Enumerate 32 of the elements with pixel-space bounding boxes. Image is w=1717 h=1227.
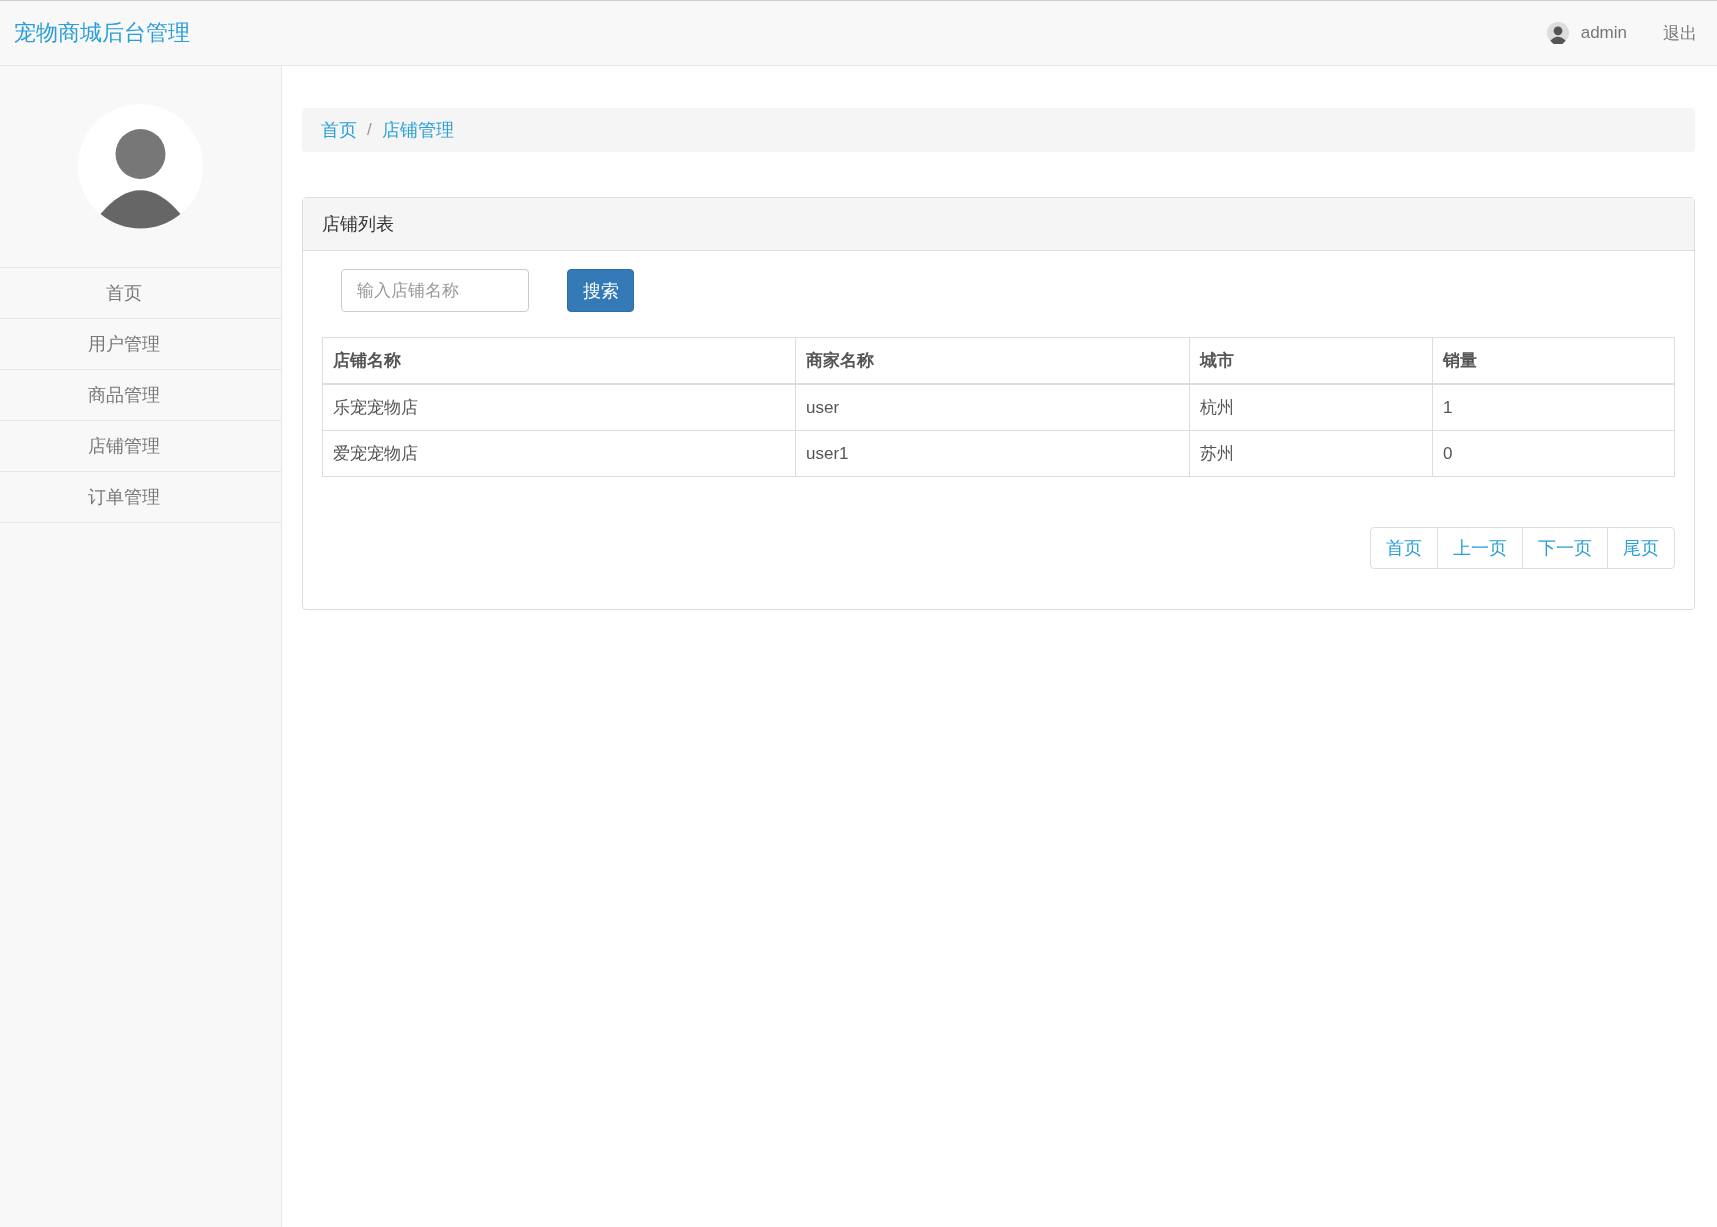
- username-link[interactable]: admin: [1580, 23, 1627, 43]
- avatar-silhouette-icon: [78, 104, 203, 229]
- breadcrumb-link[interactable]: 店铺管理: [381, 118, 454, 142]
- column-header: 商家名称: [795, 337, 1190, 384]
- sidebar-item[interactable]: 首页: [0, 268, 281, 319]
- column-header: 城市: [1189, 337, 1433, 384]
- sidebar-item[interactable]: 店铺管理: [0, 421, 281, 472]
- column-header: 店铺名称: [322, 337, 796, 384]
- search-field[interactable]: 输入店铺名称: [341, 269, 529, 312]
- table-cell: 爱宠宠物店: [322, 430, 796, 477]
- table-cell: 苏州: [1189, 430, 1433, 477]
- pagination-link[interactable]: 上一页: [1437, 527, 1523, 569]
- sidebar-item[interactable]: 商品管理: [0, 370, 281, 421]
- breadcrumb-link[interactable]: 首页: [321, 118, 357, 142]
- table-cell: 乐宠宠物店: [322, 384, 796, 431]
- user-avatar-icon: [1546, 22, 1569, 44]
- sidebar-item[interactable]: 订单管理: [0, 472, 281, 523]
- table-cell: user: [795, 384, 1190, 431]
- table-cell: 0: [1432, 430, 1675, 477]
- sidebar-item[interactable]: 用户管理: [0, 319, 281, 370]
- pagination-link[interactable]: 下一页: [1522, 527, 1608, 569]
- logout-link[interactable]: 退出: [1663, 21, 1697, 45]
- panel-title: 店铺列表: [303, 198, 1694, 251]
- pagination-link[interactable]: 首页: [1370, 527, 1438, 569]
- table-cell: 1: [1432, 384, 1675, 431]
- table-cell: 杭州: [1189, 384, 1433, 431]
- search-button[interactable]: 搜索: [567, 269, 634, 312]
- column-header: 销量: [1432, 337, 1675, 384]
- brand-link[interactable]: 宠物商城后台管理: [14, 18, 190, 48]
- pagination-link[interactable]: 尾页: [1607, 527, 1675, 569]
- table-cell: user1: [795, 430, 1190, 477]
- breadcrumb-separator: /: [367, 120, 372, 140]
